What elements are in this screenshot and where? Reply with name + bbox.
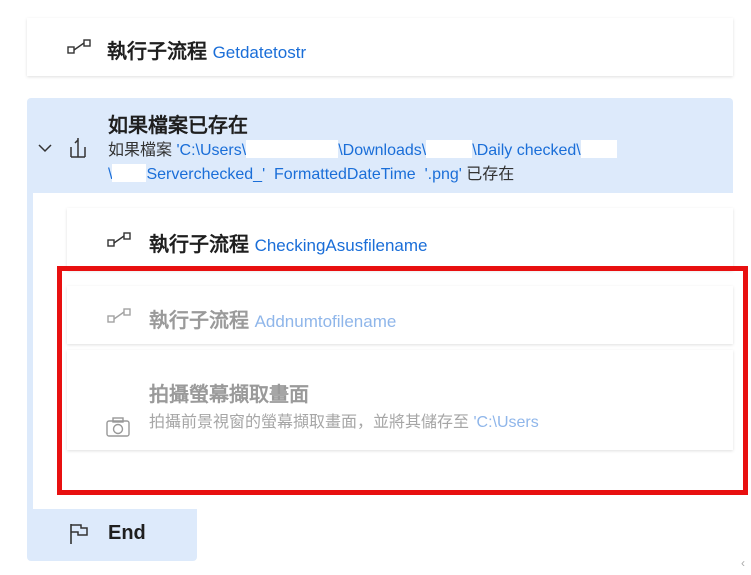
end-label: End <box>108 522 146 544</box>
action-title: 執行子流程 <box>149 234 249 256</box>
path-part: \Downloads\ <box>338 142 427 159</box>
action-run-subflow-checkingasusfilename[interactable]: 執行子流程 CheckingAsusfilename <box>67 208 733 270</box>
action-if-file-exists[interactable]: 如果檔案已存在 如果檔案 'C:\Users\ \Downloads\ \Daily… <box>27 98 733 193</box>
if-description: 如果檔案 'C:\Users\ \Downloads\ \Daily checked… <box>108 139 708 187</box>
if-icon <box>67 137 89 164</box>
subflow-name: Getdatetostr <box>212 43 307 62</box>
subflow-icon <box>107 231 133 254</box>
action-end[interactable]: End <box>27 509 197 561</box>
redacted-block <box>426 140 473 158</box>
subflow-icon <box>67 38 93 61</box>
action-run-subflow-getdatetostr[interactable]: 執行子流程 Getdatetostr <box>27 18 733 76</box>
redacted-block <box>246 140 339 158</box>
chevron-down-icon[interactable] <box>38 140 52 158</box>
action-title: 執行子流程 <box>107 41 207 63</box>
path-part: 'C:\Users\ <box>176 142 247 159</box>
if-block-rail <box>27 193 33 510</box>
path-part: \Daily checked\ <box>472 142 581 159</box>
redacted-block <box>112 164 147 182</box>
redacted-block <box>580 140 617 158</box>
highlight-frame <box>57 266 748 495</box>
variable-formatted-date-time: FormattedDateTime <box>274 166 416 183</box>
path-part: '.png' <box>424 166 462 183</box>
path-part: Serverchecked_' <box>146 166 266 183</box>
flag-icon <box>69 523 89 550</box>
subflow-name: CheckingAsusfilename <box>254 236 428 255</box>
if-title: 如果檔案已存在 <box>108 115 248 137</box>
resize-handle-icon[interactable]: ‹ <box>741 556 745 570</box>
